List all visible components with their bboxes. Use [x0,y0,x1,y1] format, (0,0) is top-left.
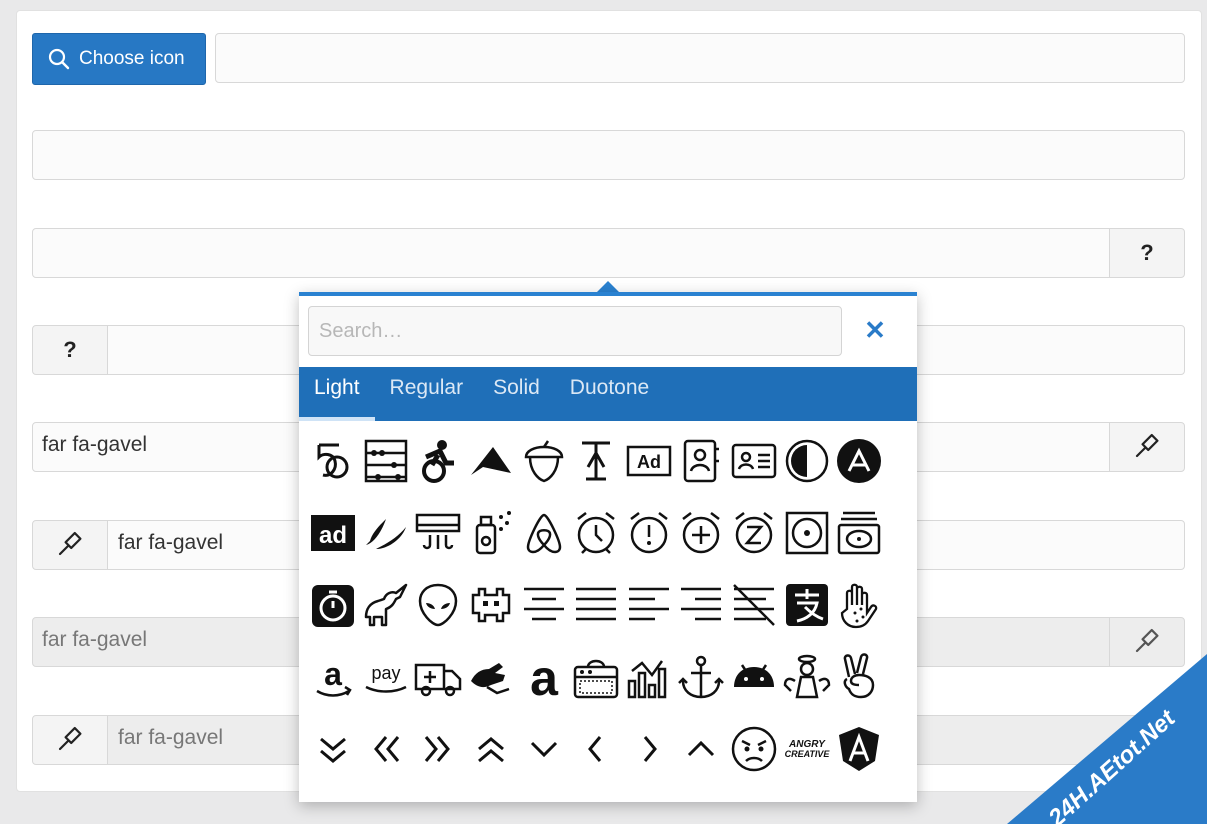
tab-solid[interactable]: Solid [478,367,555,421]
alien-icon[interactable] [412,575,465,635]
svg-text:CREATIVE: CREATIVE [784,749,830,759]
airbnb-icon[interactable] [517,503,570,563]
address-book-icon[interactable] [675,431,728,491]
angle-double-up-icon[interactable] [465,719,518,779]
gavel-icon [1135,433,1159,458]
adjust-icon[interactable] [780,431,833,491]
alicorn-icon[interactable] [360,575,413,635]
svg-text:pay: pay [371,663,400,683]
android-icon[interactable] [728,647,781,707]
adn-icon[interactable] [833,431,886,491]
choose-icon-label: Choose icon [79,48,185,69]
icon-class-input-1[interactable] [215,33,1185,83]
album-icon[interactable] [780,503,833,563]
icon-preview-addon-6[interactable] [32,520,108,570]
icon-grid: Ad ad a pay a ANGRY CREATIVE [307,431,886,802]
amilia-icon[interactable]: a [517,647,570,707]
question-icon: ? [1140,240,1154,265]
angel-icon[interactable] [780,647,833,707]
angle-up-icon[interactable] [675,719,728,779]
acquisitions-incorporated-icon[interactable] [570,431,623,491]
app-store-icon[interactable] [412,791,465,802]
accessible-icon-icon[interactable] [412,431,465,491]
watermark-logo: 24H.AEtot.Net [1007,654,1207,824]
anchor-icon[interactable] [675,647,728,707]
accusoft-icon[interactable] [465,431,518,491]
alipay-icon[interactable] [780,575,833,635]
ambulance-icon[interactable] [412,647,465,707]
album-collection-icon[interactable] [833,503,886,563]
icon-class-input-2[interactable] [32,130,1185,180]
align-slash-icon[interactable] [728,575,781,635]
angle-down-icon[interactable] [517,719,570,779]
align-center-icon[interactable] [517,575,570,635]
angrycreative-icon[interactable]: ANGRY CREATIVE [780,719,833,779]
icon-preview-addon-5[interactable] [1109,422,1185,472]
icon-class-value-5: far fa-gavel [42,433,148,456]
air-freshener-icon[interactable] [465,503,518,563]
svg-text:ad: ad [319,522,347,549]
amp-guitar-icon[interactable] [570,647,623,707]
angellist-icon[interactable] [833,647,886,707]
amazon-pay-icon[interactable]: pay [360,647,413,707]
acorn-icon[interactable] [517,431,570,491]
alien-monster-icon[interactable] [465,575,518,635]
question-icon: ? [63,337,77,362]
alarm-clock-icon[interactable] [570,503,623,563]
angle-double-down-icon[interactable] [307,719,360,779]
gavel-icon [58,726,82,751]
icon-preview-addon-8 [32,715,108,765]
align-left-icon[interactable] [623,575,676,635]
ad-icon[interactable]: Ad [623,431,676,491]
angle-double-right-icon[interactable] [412,719,465,779]
address-card-icon[interactable] [728,431,781,491]
angle-right-icon[interactable] [623,719,676,779]
alarm-plus-icon[interactable] [675,503,728,563]
alarm-snooze-icon[interactable] [728,503,781,563]
icon-search-input[interactable] [308,306,842,356]
icon-class-value-8: far fa-gavel [118,726,224,749]
angular-icon[interactable] [833,719,886,779]
svg-text:a: a [324,656,342,692]
adversal-icon[interactable]: ad [307,503,360,563]
affiliatetheme-icon[interactable] [360,503,413,563]
icon-picker-popover: ✕ Light Regular Solid Duotone Ad ad [299,292,917,802]
search-icon [48,48,70,70]
align-right-icon[interactable] [675,575,728,635]
align-justify-icon[interactable] [570,575,623,635]
tab-light[interactable]: Light [299,367,375,421]
alarm-timer-icon[interactable] [307,575,360,635]
500px-icon[interactable] [307,431,360,491]
icon-preview-addon-3[interactable]: ? [1109,228,1185,278]
angle-left-icon[interactable] [570,719,623,779]
icon-class-input-3[interactable] [32,228,1110,278]
close-icon[interactable]: ✕ [861,316,889,344]
tab-duotone[interactable]: Duotone [555,367,664,421]
icon-preview-addon-4[interactable]: ? [32,325,108,375]
allergies-icon[interactable] [833,575,886,635]
analytics-icon[interactable] [623,647,676,707]
svg-text:Ad: Ad [637,452,661,472]
svg-text:a: a [530,653,559,701]
ankh-icon[interactable] [307,791,360,802]
gavel-icon [58,531,82,556]
tab-regular[interactable]: Regular [375,367,479,421]
air-conditioner-icon[interactable] [412,503,465,563]
apple-alt-icon[interactable] [360,791,413,802]
icon-style-tabs: Light Regular Solid Duotone [299,367,917,421]
angle-double-left-icon[interactable] [360,719,413,779]
icon-class-value-7: far fa-gavel [42,628,148,651]
amazon-icon[interactable]: a [307,647,360,707]
angry-icon[interactable] [728,719,781,779]
american-sign-language-interpreting-icon[interactable] [465,647,518,707]
abacus-icon[interactable] [360,431,413,491]
choose-icon-button[interactable]: Choose icon [32,33,206,85]
icon-class-value-6: far fa-gavel [118,531,224,554]
alarm-exclamation-icon[interactable] [623,503,676,563]
